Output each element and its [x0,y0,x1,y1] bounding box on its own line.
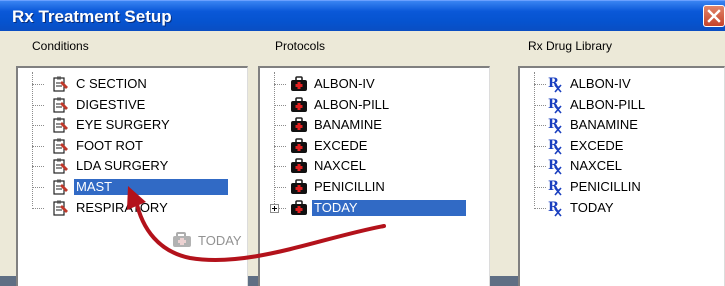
conditions-label: Conditions [32,39,89,53]
medkit-icon [291,117,307,133]
tree-item-label: TODAY [312,199,466,216]
medkit-icon [173,232,191,247]
tree-item-label: ALBON-IV [570,76,631,91]
tree-connector [32,187,44,188]
tree-connector [534,125,546,127]
tree-item-label: NAXCEL [314,158,367,174]
tree-item-label: EXCEDE [314,137,368,153]
medkit-icon [291,137,307,153]
tree-item-label: NAXCEL [570,158,623,174]
condition-icon [53,97,68,113]
tree-item-label: PENICILLIN [570,179,641,194]
rx-icon: R [548,117,562,134]
tree-connector [534,104,546,106]
close-icon [707,9,721,23]
tree-item-label: RESPIRATORY [76,199,168,215]
rx-icon: R [548,179,562,196]
tree-connector [534,166,546,168]
drag-ghost-label: TODAY [198,233,242,248]
tree-connector [534,84,546,85]
expand-toggle[interactable] [270,203,279,213]
condition-icon [53,200,68,216]
medkit-icon [291,179,307,194]
condition-icon [53,138,68,154]
tree-item-label: ALBON-PILL [314,96,390,112]
drug-library-tree[interactable]: R ALBON-IV R ALBON-PILL R BANAMINE R EXCEDE R NAX… [518,66,725,286]
tree-connector [534,72,535,206]
rx-treatment-setup-window: Rx Treatment Setup Conditions Protocols … [0,0,725,286]
tree-connector [32,207,44,209]
tree-connector [274,145,286,147]
tree-item-label: EYE SURGERY [76,117,170,133]
tree-connector [32,104,44,106]
tree-connector [32,125,44,127]
tree-item-label: ALBON-IV [314,76,375,91]
tree-connector [32,166,44,168]
protocols-tree[interactable]: ALBON-IV ALBON-PILL BANAMINE EXCEDE NAXCEL PE… [258,66,490,286]
window-title: Rx Treatment Setup [12,7,172,26]
medkit-icon [291,96,307,112]
tree-connector [274,187,286,188]
tree-connector [32,72,33,206]
medkit-icon [291,158,307,174]
tree-item-label: C SECTION [76,76,147,91]
condition-icon [53,117,68,133]
rx-icon: R [548,200,562,217]
tree-connector [274,125,286,127]
title-bar[interactable]: Rx Treatment Setup [0,0,725,31]
rx-icon: R [548,158,562,175]
protocols-label: Protocols [275,39,326,53]
drug-library-label: Rx Drug Library [528,39,613,53]
condition-icon [53,179,68,195]
tree-connector [274,84,286,85]
close-button[interactable] [703,5,725,27]
tree-item-label: MAST [74,179,228,195]
conditions-tree[interactable]: C SECTION DIGESTIVE EYE SURGERY FOOT ROT LDA… [16,66,248,286]
tree-connector [534,145,546,147]
tree-item-label: EXCEDE [570,137,624,153]
tree-connector [274,72,275,206]
tree-item-label: PENICILLIN [314,179,385,194]
tree-item-label: FOOT ROT [76,137,143,153]
condition-icon [53,158,68,174]
rx-icon: R [548,76,562,93]
tree-item-label: DIGESTIVE [76,96,146,112]
tree-connector [274,166,286,168]
tree-item-label: ALBON-PILL [570,96,646,112]
rx-icon: R [548,138,562,155]
tree-item-label: LDA SURGERY [76,158,169,174]
tree-connector [32,84,44,85]
tree-item-label: BANAMINE [570,117,638,133]
tree-connector [32,145,44,147]
tree-connector [534,187,546,188]
tree-connector [534,207,546,209]
medkit-icon [291,199,307,215]
medkit-icon [291,76,307,91]
condition-icon [53,76,68,92]
tree-item-label: BANAMINE [314,117,382,133]
tree-connector [274,104,286,106]
rx-icon: R [548,97,562,114]
tree-item-label: TODAY [570,199,614,215]
